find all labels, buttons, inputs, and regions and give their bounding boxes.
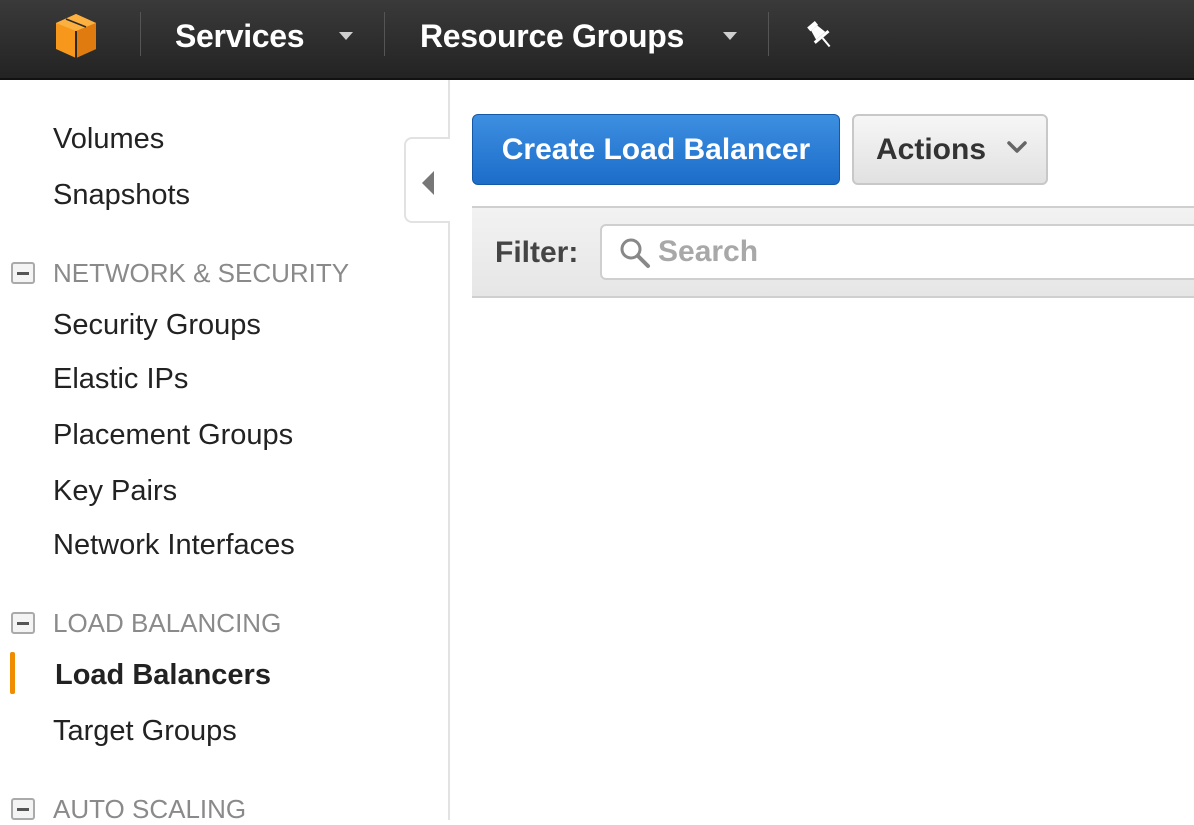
search-input[interactable] xyxy=(658,232,1178,272)
sidebar-item-network-interfaces[interactable]: Network Interfaces xyxy=(53,528,295,562)
sidebar-item-snapshots[interactable]: Snapshots xyxy=(53,178,190,212)
create-load-balancer-button[interactable]: Create Load Balancer xyxy=(472,114,840,185)
search-box[interactable] xyxy=(600,224,1194,280)
chevron-down-icon xyxy=(1007,141,1027,153)
collapse-auto-scaling-icon[interactable] xyxy=(11,798,35,820)
resource-groups-caret-icon[interactable] xyxy=(723,32,737,40)
nav-divider xyxy=(768,12,769,56)
services-menu[interactable]: Services xyxy=(175,17,305,55)
pushpin-icon[interactable] xyxy=(803,18,837,52)
filter-bar: Filter: xyxy=(472,206,1194,298)
section-heading-network-security[interactable]: NETWORK & SECURITY xyxy=(53,257,349,289)
sidebar-item-target-groups[interactable]: Target Groups xyxy=(53,714,237,748)
actions-dropdown-button[interactable]: Actions xyxy=(852,114,1048,185)
chevron-left-icon xyxy=(422,171,434,195)
services-caret-icon[interactable] xyxy=(339,32,353,40)
nav-divider xyxy=(384,12,385,56)
sidebar: Volumes Snapshots NETWORK & SECURITY Sec… xyxy=(0,80,450,824)
section-heading-auto-scaling[interactable]: AUTO SCALING xyxy=(53,793,246,825)
sidebar-item-placement-groups[interactable]: Placement Groups xyxy=(53,418,293,452)
actions-label: Actions xyxy=(876,133,987,166)
filter-label: Filter: xyxy=(495,236,579,269)
nav-divider xyxy=(140,12,141,56)
sidebar-item-volumes[interactable]: Volumes xyxy=(53,122,164,156)
active-indicator xyxy=(10,652,15,694)
section-heading-load-balancing[interactable]: LOAD BALANCING xyxy=(53,607,281,639)
top-navigation-bar: Services Resource Groups xyxy=(0,0,1194,80)
sidebar-item-elastic-ips[interactable]: Elastic IPs xyxy=(53,362,188,396)
search-icon xyxy=(620,238,650,268)
resource-groups-menu[interactable]: Resource Groups xyxy=(420,17,684,55)
sidebar-item-key-pairs[interactable]: Key Pairs xyxy=(53,474,177,508)
collapse-network-security-icon[interactable] xyxy=(11,262,35,284)
sidebar-item-security-groups[interactable]: Security Groups xyxy=(53,308,261,342)
sidebar-collapse-toggle[interactable] xyxy=(404,137,450,223)
aws-cube-icon[interactable] xyxy=(52,12,100,60)
collapse-load-balancing-icon[interactable] xyxy=(11,612,35,634)
sidebar-item-load-balancers[interactable]: Load Balancers xyxy=(55,658,271,692)
